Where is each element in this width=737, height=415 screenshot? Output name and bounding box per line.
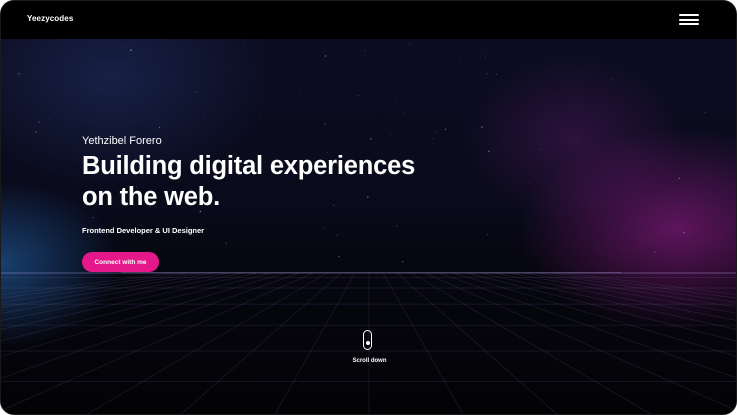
star [495,73,497,76]
star [396,225,398,227]
star [324,123,326,125]
star [654,251,656,253]
star [540,149,542,151]
star [324,55,327,57]
grid-line [1,272,314,412]
star [403,112,405,114]
star [528,182,530,184]
grid-line [564,272,736,295]
grid-line [480,272,736,330]
star [364,50,366,52]
star [124,47,126,48]
star [38,121,40,123]
star [484,55,487,57]
star [704,111,706,113]
star [323,227,325,229]
browser-frame: Yeezycodes Yethzibel Forero Building dig… [0,0,737,415]
grid-line [508,272,736,314]
star [485,73,488,75]
connect-with-me-button[interactable]: Connect with me [82,252,159,272]
grid-line [1,272,230,314]
star [444,128,447,131]
star [57,236,59,238]
grid-line [1,272,258,330]
role-subtitle: Frontend Developer & UI Designer [82,226,205,235]
grid-line [1,272,188,299]
star [683,231,685,234]
star [707,154,709,156]
star [338,255,340,258]
star [659,166,661,168]
star [353,132,354,133]
star [612,78,614,80]
brand-logo[interactable]: Yeezycodes [27,14,73,23]
star [481,126,483,128]
star [434,130,436,132]
star [370,138,372,140]
grid-line [550,272,736,299]
mouse-scroll-icon [363,330,372,350]
star [197,253,198,255]
hamburger-menu-icon[interactable] [679,14,699,25]
star [194,91,197,93]
star [35,131,37,133]
star [488,150,490,152]
star [244,44,245,46]
scroll-down-label: Scroll down [352,358,387,364]
star [396,101,398,103]
headline-line-2: on the web. [82,183,221,211]
star [259,117,261,119]
star [592,131,593,133]
star [225,242,227,244]
grid-line [424,272,736,411]
hero-section: Yethzibel Forero Building digital experi… [1,39,736,414]
star [460,57,462,59]
star [100,88,102,90]
star [432,137,434,139]
star [389,133,391,135]
star [47,118,49,120]
mouse-wheel-dot [365,341,370,345]
top-navbar: Yeezycodes [1,1,736,39]
star [487,234,489,236]
grid-line [1,272,174,296]
star [709,175,711,177]
star [402,261,404,263]
scroll-down-indicator[interactable]: Scroll down [342,330,397,370]
star [130,49,132,52]
headline-line-1: Building digital experiences [82,152,416,180]
grid-line [452,272,736,357]
star [298,88,300,90]
grid-line [1,272,286,357]
star [137,107,139,108]
grid-line [396,272,558,414]
grid-line [180,272,342,414]
star [583,69,584,71]
star [357,94,359,96]
star [18,73,20,75]
star [92,216,94,219]
hero-headline: Building digital experiences on the web. [82,151,442,213]
star [158,126,161,129]
star [176,237,178,239]
star [336,234,338,236]
star [678,177,680,179]
star [204,117,205,119]
star [409,43,411,45]
intro-name: Yethzibel Forero [82,135,162,147]
